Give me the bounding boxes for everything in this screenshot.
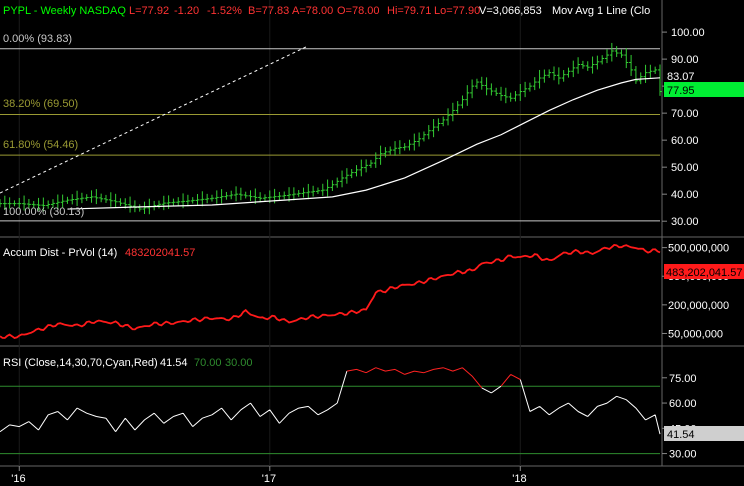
price-axis-tick-label: 100.00 [671, 27, 705, 39]
header-ask: A=78.00 [292, 5, 333, 17]
fib-label-0: 0.00% (93.83) [3, 33, 72, 45]
last-price-badge: 77.95 [664, 82, 744, 97]
stock-chart: 100.0090.0080.0070.0060.0050.0040.0030.0… [0, 0, 744, 486]
svg-text:77.95: 77.95 [667, 85, 695, 97]
svg-text:PYPL - Weekly NASDAQ: PYPL - Weekly NASDAQ [3, 5, 126, 17]
price-axis-tick-label: 40.00 [671, 189, 699, 201]
svg-text:83.07: 83.07 [667, 71, 695, 83]
header-last: L=77.92 [129, 5, 169, 17]
ad-value: 483202041.57 [125, 247, 195, 259]
x-axis-tick-label: '16 [11, 473, 25, 485]
fib-label-100: 100.00% (30.13) [3, 206, 84, 218]
svg-text:41.54: 41.54 [667, 429, 695, 441]
svg-text:483,202,041.57: 483,202,041.57 [666, 267, 742, 279]
header-symbol: PYPL - Weekly NASDAQ [3, 5, 126, 17]
header-open: O=78.00 [337, 5, 380, 17]
rsi-title: RSI (Close,14,30,70,Cyan,Red) [3, 357, 158, 369]
rsi-value: 41.54 [160, 357, 188, 369]
rsi-axis-tick-label: 75.00 [669, 373, 697, 385]
price-axis-tick-label: 50.00 [671, 162, 699, 174]
ad-badge: 483,202,041.57 [664, 264, 744, 279]
header-study: Mov Avg 1 Line (Clo [552, 5, 650, 17]
price-axis-tick-label: 70.00 [671, 108, 699, 120]
rsi-upper: 70.00 [194, 357, 222, 369]
ad-title: Accum Dist - PrVol (14) [3, 247, 117, 259]
price-axis-tick-label: 30.00 [671, 216, 699, 228]
ma-badge: 83.07 [664, 68, 744, 83]
header-bid: B=77.83 [248, 5, 289, 17]
rsi-axis-tick-label: 60.00 [669, 398, 697, 410]
x-axis-tick-label: '17 [262, 473, 276, 485]
fib-label-38: 38.20% (69.50) [3, 98, 78, 110]
price-axis-tick-label: 60.00 [671, 135, 699, 147]
header-low: Lo=77.90 [434, 5, 480, 17]
header-change: -1.20 [174, 5, 199, 17]
ad-axis-tick-label: 50,000,000 [668, 328, 723, 340]
rsi-axis-tick-label: 30.00 [669, 449, 697, 461]
ad-axis-tick-label: 200,000,000 [668, 300, 729, 312]
header-volume: V=3,066,853 [479, 5, 542, 17]
header-high: Hi=79.71 [387, 5, 431, 17]
header-change-pct: -1.52% [207, 5, 242, 17]
fib-label-61: 61.80% (54.46) [3, 139, 78, 151]
price-axis-tick-label: 90.00 [671, 54, 699, 66]
x-axis-tick-label: '18 [512, 473, 526, 485]
rsi-badge: 41.54 [664, 426, 744, 441]
ad-axis-tick-label: 500,000,000 [668, 243, 729, 255]
rsi-lower: 30.00 [225, 357, 253, 369]
